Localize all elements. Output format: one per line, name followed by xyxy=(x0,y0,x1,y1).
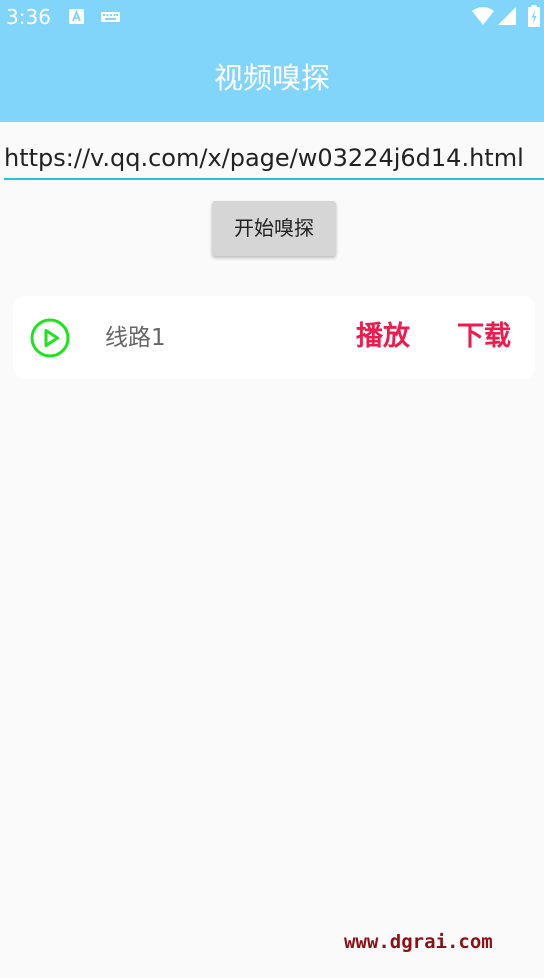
battery-icon xyxy=(528,5,540,27)
play-button[interactable]: 播放 xyxy=(356,320,410,354)
keyboard-icon xyxy=(101,12,120,22)
download-button[interactable]: 下载 xyxy=(457,320,511,354)
url-input[interactable]: https://v.qq.com/x/page/w03224j6d14.html xyxy=(4,140,544,180)
status-bar: 3:36 xyxy=(0,0,544,34)
start-sniff-button[interactable]: 开始嗅探 xyxy=(212,201,336,256)
route-label: 线路1 xyxy=(105,325,166,351)
text-a-icon xyxy=(69,9,84,24)
app-title: 视频嗅探 xyxy=(213,61,330,95)
status-time: 3:36 xyxy=(6,5,51,29)
watermark: www.dgrai.com xyxy=(344,931,493,953)
app-header: 3:36 视频嗅探 xyxy=(0,0,544,122)
route-item: 线路1 播放 下载 xyxy=(13,296,535,379)
wifi-icon xyxy=(472,7,494,25)
signal-icon xyxy=(498,7,516,25)
play-circle-icon[interactable] xyxy=(30,318,70,358)
